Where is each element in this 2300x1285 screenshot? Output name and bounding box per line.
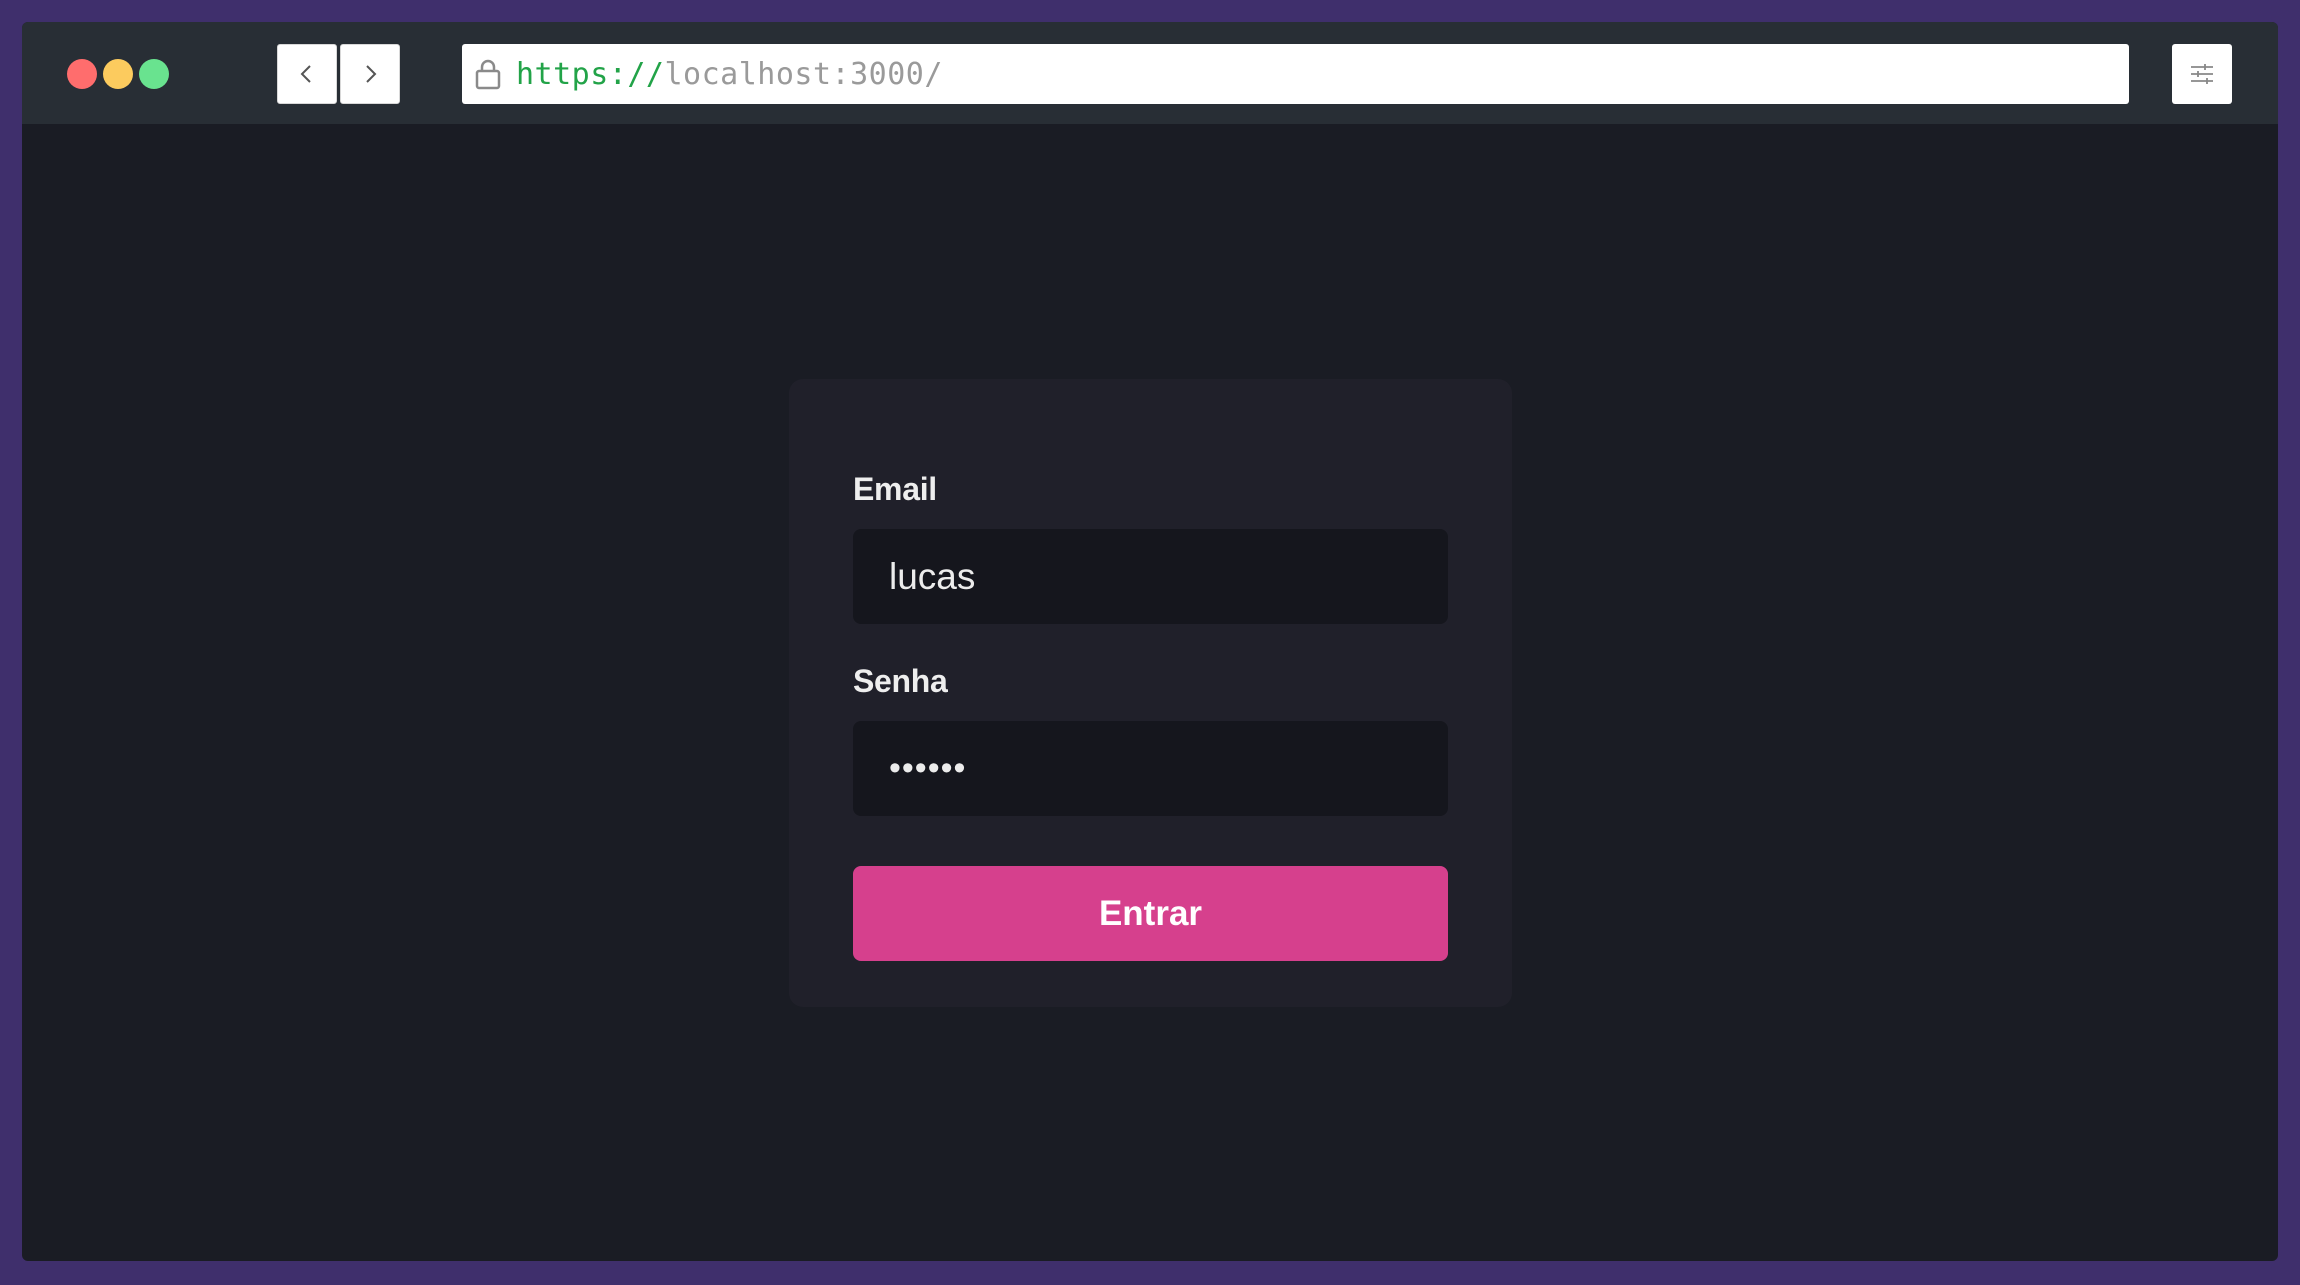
email-value: lucas (889, 555, 976, 597)
url-host: localhost:3000/ (664, 56, 943, 92)
sliders-icon (2191, 64, 2213, 84)
url-protocol: https:// (516, 56, 665, 92)
lock-icon (475, 59, 501, 90)
back-button[interactable] (277, 44, 337, 104)
chevron-left-icon (300, 65, 311, 83)
minimize-window-button[interactable] (103, 59, 133, 89)
login-card: Email lucas Senha •••••• Entrar (789, 379, 1512, 1007)
settings-button[interactable] (2172, 44, 2232, 104)
password-value: •••••• (889, 749, 967, 787)
email-label: Email (853, 471, 937, 507)
password-label: Senha (853, 663, 948, 699)
maximize-window-button[interactable] (139, 59, 169, 89)
browser-window: https://localhost:3000/ Email lucas Senh… (22, 22, 2278, 1261)
email-field[interactable]: lucas (853, 529, 1448, 624)
url-text: https://localhost:3000/ (516, 57, 943, 92)
chevron-right-icon (366, 65, 377, 83)
browser-toolbar: https://localhost:3000/ (22, 22, 2278, 124)
submit-button[interactable]: Entrar (853, 866, 1448, 961)
close-window-button[interactable] (67, 59, 97, 89)
forward-button[interactable] (340, 44, 400, 104)
password-field[interactable]: •••••• (853, 721, 1448, 816)
address-bar[interactable]: https://localhost:3000/ (462, 44, 2129, 104)
